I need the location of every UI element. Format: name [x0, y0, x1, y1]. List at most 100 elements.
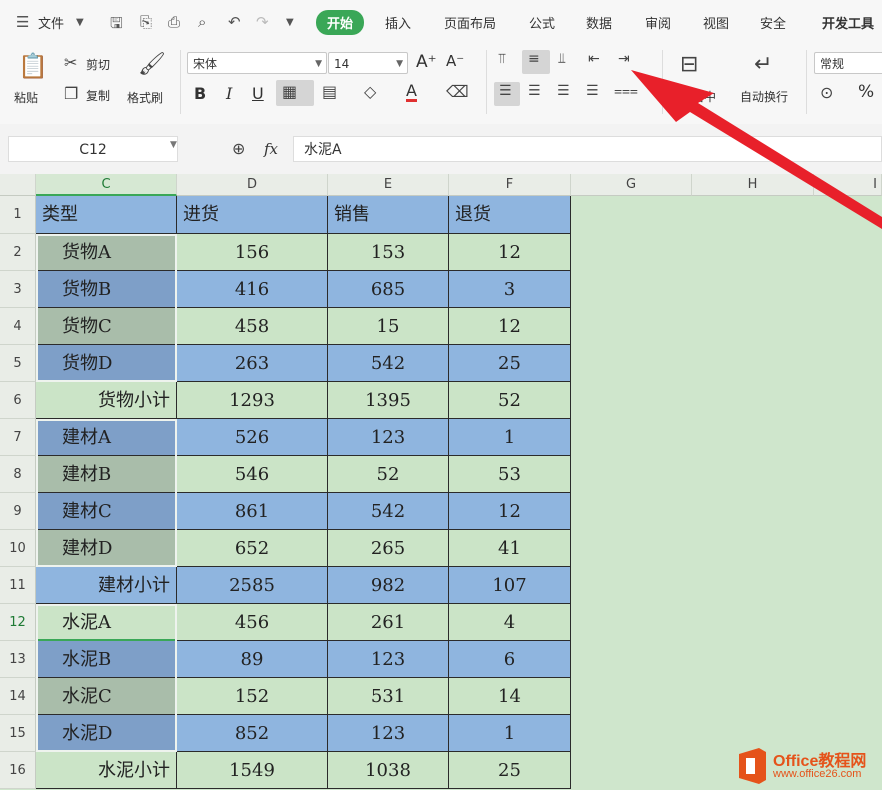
header-cell[interactable]: 退货: [449, 196, 571, 234]
table-cell[interactable]: 4: [449, 604, 571, 641]
table-cell[interactable]: 14: [449, 678, 571, 715]
underline-button[interactable]: U: [252, 84, 264, 103]
row-header-9[interactable]: 9: [0, 493, 36, 530]
header-cell[interactable]: 销售: [328, 196, 449, 234]
column-header-c[interactable]: C: [36, 174, 177, 196]
wrap-text-button[interactable]: 自动换行: [740, 88, 788, 105]
table-cell[interactable]: 152: [177, 678, 328, 715]
tab-formulas[interactable]: 公式: [529, 13, 555, 32]
number-format-select[interactable]: 常规: [814, 52, 882, 74]
table-cell[interactable]: 852: [177, 715, 328, 752]
align-top-icon[interactable]: ⫪: [498, 51, 506, 67]
table-cell[interactable]: 25: [449, 345, 571, 382]
table-cell[interactable]: 水泥C: [36, 678, 177, 715]
align-center-icon[interactable]: ☰: [528, 83, 541, 99]
table-cell[interactable]: 水泥D: [36, 715, 177, 752]
table-cell[interactable]: 2585: [177, 567, 328, 604]
merge-center-icon[interactable]: ⊟: [680, 52, 698, 77]
file-dropdown-icon[interactable]: ▼: [76, 17, 84, 28]
align-right-icon[interactable]: ☰: [557, 83, 570, 99]
paste-icon[interactable]: 📋: [18, 52, 48, 80]
quick-access-dropdown-icon[interactable]: ▼: [286, 17, 294, 28]
distributed-icon[interactable]: ⩶: [614, 83, 638, 99]
table-cell[interactable]: 861: [177, 493, 328, 530]
table-cell[interactable]: 156: [177, 234, 328, 271]
row-header-11[interactable]: 11: [0, 567, 36, 604]
fx-button[interactable]: fx: [264, 140, 278, 158]
bold-button[interactable]: B: [194, 84, 206, 103]
table-cell[interactable]: 265: [328, 530, 449, 567]
table-cell[interactable]: 107: [449, 567, 571, 604]
table-cell[interactable]: 652: [177, 530, 328, 567]
tab-developer[interactable]: 开发工具: [822, 13, 874, 32]
table-cell[interactable]: 52: [449, 382, 571, 419]
row-header-6[interactable]: 6: [0, 382, 36, 419]
fill-pattern-icon[interactable]: ▤: [322, 82, 337, 101]
table-cell[interactable]: 货物C: [36, 308, 177, 345]
column-header-i[interactable]: I: [814, 174, 882, 196]
zoom-search-icon[interactable]: ⊕: [232, 139, 245, 158]
row-header-4[interactable]: 4: [0, 308, 36, 345]
scissors-icon[interactable]: ✂: [64, 53, 77, 72]
table-cell[interactable]: 53: [449, 456, 571, 493]
increase-indent-icon[interactable]: ⇥: [618, 51, 630, 67]
row-header-7[interactable]: 7: [0, 419, 36, 456]
row-header-16[interactable]: 16: [0, 752, 36, 789]
table-cell[interactable]: 1293: [177, 382, 328, 419]
table-cell[interactable]: 货物小计: [36, 382, 177, 419]
fill-color-icon[interactable]: ◇: [364, 82, 376, 101]
table-cell[interactable]: 25: [449, 752, 571, 789]
table-cell[interactable]: 263: [177, 345, 328, 382]
table-cell[interactable]: 982: [328, 567, 449, 604]
align-bottom-icon[interactable]: ⫫: [558, 51, 566, 67]
format-painter-icon[interactable]: 🖌: [138, 52, 166, 77]
copy-button[interactable]: 复制: [86, 87, 110, 104]
row-header-3[interactable]: 3: [0, 271, 36, 308]
currency-icon[interactable]: ⊙: [820, 83, 833, 102]
print-icon[interactable]: ⎙: [168, 13, 180, 31]
tab-data[interactable]: 数据: [586, 13, 612, 32]
table-cell[interactable]: 建材D: [36, 530, 177, 567]
wrap-text-icon[interactable]: ↵: [754, 52, 772, 77]
table-cell[interactable]: 416: [177, 271, 328, 308]
table-cell[interactable]: 123: [328, 641, 449, 678]
table-cell[interactable]: 52: [328, 456, 449, 493]
table-cell[interactable]: 458: [177, 308, 328, 345]
justify-icon[interactable]: ☰: [586, 83, 599, 99]
italic-button[interactable]: I: [226, 84, 232, 103]
row-header-2[interactable]: 2: [0, 234, 36, 271]
table-cell[interactable]: 12: [449, 493, 571, 530]
file-menu[interactable]: 文件: [38, 13, 64, 32]
font-size-select[interactable]: 14 ▼: [328, 52, 408, 74]
table-cell[interactable]: 12: [449, 234, 571, 271]
table-cell[interactable]: 货物A: [36, 234, 177, 271]
chevron-down-icon[interactable]: ▼: [170, 140, 177, 150]
column-header-d[interactable]: D: [177, 174, 328, 196]
row-header-15[interactable]: 15: [0, 715, 36, 752]
row-header-1[interactable]: 1: [0, 196, 36, 234]
row-header-13[interactable]: 13: [0, 641, 36, 678]
table-cell[interactable]: 123: [328, 715, 449, 752]
percent-button[interactable]: %: [858, 82, 874, 102]
table-cell[interactable]: 建材B: [36, 456, 177, 493]
table-cell[interactable]: 12: [449, 308, 571, 345]
table-cell[interactable]: 1: [449, 715, 571, 752]
table-cell[interactable]: 货物B: [36, 271, 177, 308]
undo-icon[interactable]: ↶: [228, 13, 241, 31]
table-cell[interactable]: 水泥小计: [36, 752, 177, 789]
paste-button[interactable]: 粘贴: [14, 89, 38, 106]
export-icon[interactable]: ⎘: [140, 13, 152, 31]
table-cell[interactable]: 526: [177, 419, 328, 456]
name-box[interactable]: C12: [8, 136, 178, 162]
select-all-corner[interactable]: [0, 174, 36, 196]
column-header-g[interactable]: G: [571, 174, 692, 196]
table-cell[interactable]: 水泥A: [36, 604, 177, 641]
column-header-f[interactable]: F: [449, 174, 571, 196]
print-preview-icon[interactable]: ⌕: [198, 13, 206, 31]
table-cell[interactable]: 1: [449, 419, 571, 456]
tab-security[interactable]: 安全: [760, 13, 786, 32]
table-cell[interactable]: 89: [177, 641, 328, 678]
table-cell[interactable]: 建材C: [36, 493, 177, 530]
tab-view[interactable]: 视图: [703, 13, 729, 32]
table-cell[interactable]: 1038: [328, 752, 449, 789]
